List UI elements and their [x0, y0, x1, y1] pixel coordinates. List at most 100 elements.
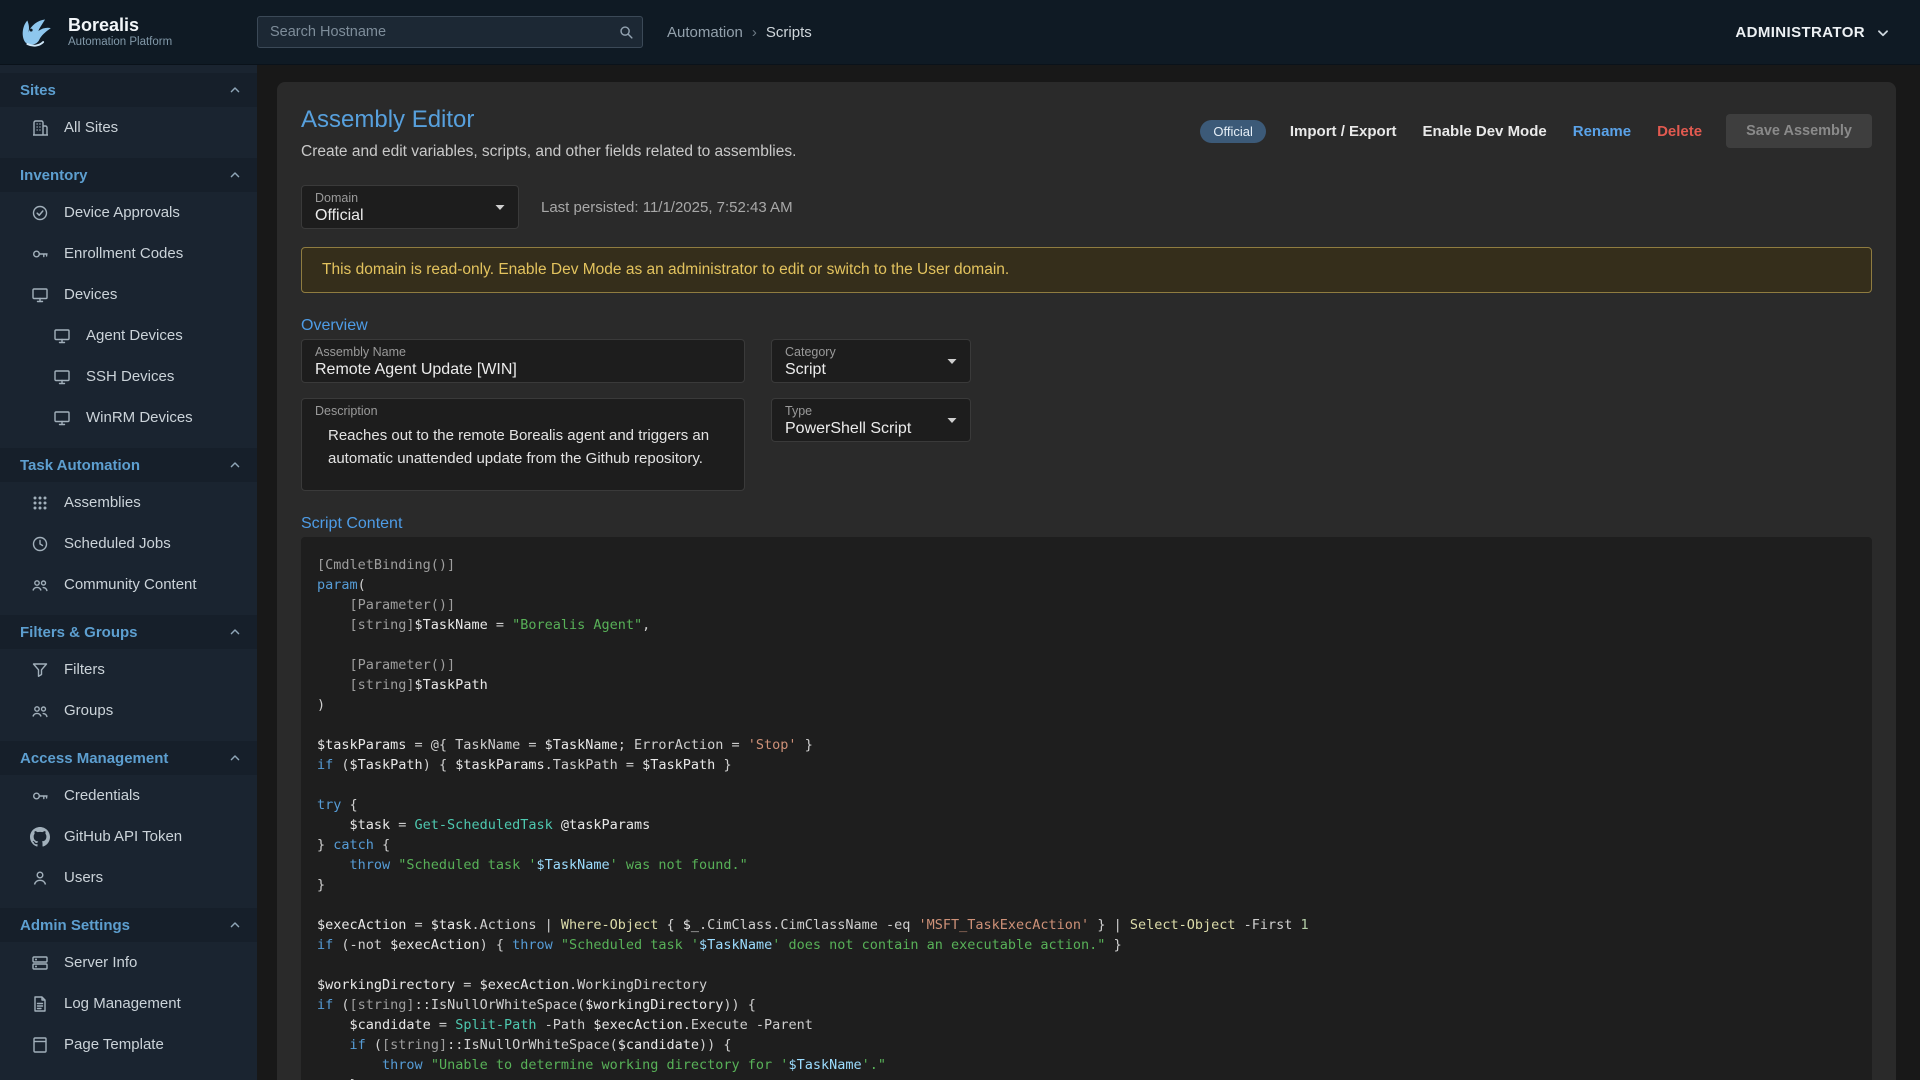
log-icon [30, 994, 50, 1014]
sidebar-item-label: Devices [64, 286, 117, 303]
borealis-logo-icon [12, 9, 58, 55]
brand-text: Borealis Automation Platform [68, 15, 172, 49]
sidebar-item-log-management[interactable]: Log Management [0, 983, 257, 1024]
code-line: $candidate = Split-Path -Path $execActio… [317, 1015, 1856, 1035]
code-line: $workingDirectory = $execAction.WorkingD… [317, 975, 1856, 995]
assembly-name-label: Assembly Name [315, 345, 406, 359]
sidebar-section-access-management[interactable]: Access Management [0, 741, 257, 775]
code-line: throw "Unable to determine working direc… [317, 1055, 1856, 1075]
page-subtitle: Create and edit variables, scripts, and … [301, 143, 796, 161]
sidebar: Sites All Sites Inventory Device ApprovalsE… [0, 65, 257, 1080]
description-value: Reaches out to the remote Borealis agent… [328, 425, 722, 470]
dropdown-arrow-icon [942, 410, 962, 430]
fields-column-right: Category Script Type PowerShell Script [771, 339, 971, 491]
user-menu-button[interactable]: ADMINISTRATOR [1735, 22, 1892, 42]
sidebar-item-enrollment-codes[interactable]: Enrollment Codes [0, 233, 257, 274]
breadcrumb-separator: › [752, 24, 757, 41]
chevron-up-icon [227, 457, 243, 473]
assembly-name-field[interactable]: Assembly Name Remote Agent Update [WIN] [301, 339, 745, 383]
code-line: [string]$TaskPath [317, 675, 1856, 695]
sidebar-section-label: Sites [20, 82, 227, 99]
domain-label: Domain [315, 191, 358, 205]
official-badge: Official [1200, 120, 1266, 143]
brand-title: Borealis [68, 15, 172, 35]
sidebar-section-label: Task Automation [20, 457, 227, 474]
sidebar-item-winrm-devices[interactable]: WinRM Devices [0, 397, 257, 438]
code-line: if (-not $execAction) { throw "Scheduled… [317, 935, 1856, 955]
breadcrumb-item-automation[interactable]: Automation [667, 24, 743, 41]
sidebar-item-filters[interactable]: Filters [0, 649, 257, 690]
sidebar-item-label: Filters [64, 661, 105, 678]
person-icon [30, 868, 50, 888]
sidebar-item-users[interactable]: Users [0, 857, 257, 898]
sidebar-item-label: SSH Devices [86, 368, 174, 385]
sidebar-item-groups[interactable]: Groups [0, 690, 257, 731]
funnel-icon [30, 660, 50, 680]
domain-select[interactable]: Domain Official [301, 185, 519, 229]
breadcrumb-item-scripts[interactable]: Scripts [766, 24, 812, 41]
type-select[interactable]: Type PowerShell Script [771, 398, 971, 442]
sidebar-item-label: Groups [64, 702, 113, 719]
code-line [317, 955, 1856, 975]
domain-row: Domain Official Last persisted: 11/1/202… [301, 185, 1872, 229]
sidebar-item-label: Log Management [64, 995, 181, 1012]
sidebar-section-inventory[interactable]: Inventory [0, 158, 257, 192]
key-icon [30, 244, 50, 264]
search-input[interactable] [257, 16, 643, 48]
breadcrumb: Automation › Scripts [667, 24, 812, 41]
sidebar-item-all-sites[interactable]: All Sites [0, 107, 257, 148]
code-line [317, 635, 1856, 655]
page-icon [30, 1035, 50, 1055]
sidebar-item-ssh-devices[interactable]: SSH Devices [0, 356, 257, 397]
save-assembly-button[interactable]: Save Assembly [1726, 114, 1872, 148]
rename-button[interactable]: Rename [1571, 119, 1633, 144]
delete-button[interactable]: Delete [1655, 119, 1704, 144]
sidebar-item-github-api-token[interactable]: GitHub API Token [0, 816, 257, 857]
sidebar-item-label: All Sites [64, 119, 118, 136]
chevron-up-icon [227, 750, 243, 766]
code-line: [Parameter()] [317, 595, 1856, 615]
category-select[interactable]: Category Script [771, 339, 971, 383]
enable-dev-mode-button[interactable]: Enable Dev Mode [1421, 119, 1549, 144]
code-line: } [317, 1075, 1856, 1080]
code-line: throw "Scheduled task '$TaskName' was no… [317, 855, 1856, 875]
card-title-block: Assembly Editor Create and edit variable… [301, 106, 796, 161]
sidebar-section-label: Inventory [20, 167, 227, 184]
script-editor[interactable]: [CmdletBinding()]param( [Parameter()] [s… [301, 537, 1872, 1080]
monitor-icon [52, 367, 72, 387]
code-line: $taskParams = @{ TaskName = $TaskName; E… [317, 735, 1856, 755]
search-box[interactable] [257, 16, 643, 48]
sidebar-item-agent-devices[interactable]: Agent Devices [0, 315, 257, 356]
sidebar-item-server-info[interactable]: Server Info [0, 942, 257, 983]
sidebar-item-device-approvals[interactable]: Device Approvals [0, 192, 257, 233]
code-line: param( [317, 575, 1856, 595]
fields-column-left: Assembly Name Remote Agent Update [WIN] … [301, 339, 745, 491]
overview-fields: Assembly Name Remote Agent Update [WIN] … [301, 339, 1872, 491]
sidebar-item-label: Credentials [64, 787, 140, 804]
sidebar-item-page-template[interactable]: Page Template [0, 1024, 257, 1065]
monitor-icon [52, 408, 72, 428]
sidebar-item-credentials[interactable]: Credentials [0, 775, 257, 816]
sidebar-item-label: Community Content [64, 576, 197, 593]
import-export-button[interactable]: Import / Export [1288, 119, 1399, 144]
card-header: Assembly Editor Create and edit variable… [301, 106, 1872, 161]
code-line: if ([string]::IsNullOrWhiteSpace($workin… [317, 995, 1856, 1015]
sidebar-section-sites[interactable]: Sites [0, 73, 257, 107]
chevron-up-icon [227, 167, 243, 183]
sidebar-item-scheduled-jobs[interactable]: Scheduled Jobs [0, 523, 257, 564]
overview-section-label: Overview [301, 317, 1872, 335]
people-icon [30, 701, 50, 721]
last-persisted-text: Last persisted: 11/1/2025, 7:52:43 AM [541, 199, 793, 216]
sidebar-section-filters-groups[interactable]: Filters & Groups [0, 615, 257, 649]
readonly-warning-text: This domain is read-only. Enable Dev Mod… [322, 261, 1009, 278]
code-line: $task = Get-ScheduledTask @taskParams [317, 815, 1856, 835]
header-actions: Official Import / Export Enable Dev Mode… [1200, 114, 1872, 148]
sidebar-item-assemblies[interactable]: Assemblies [0, 482, 257, 523]
sidebar-section-admin-settings[interactable]: Admin Settings [0, 908, 257, 942]
sidebar-section-task-automation[interactable]: Task Automation [0, 448, 257, 482]
description-field[interactable]: Description Reaches out to the remote Bo… [301, 398, 745, 491]
sidebar-item-community-content[interactable]: Community Content [0, 564, 257, 605]
chevron-up-icon [227, 82, 243, 98]
sidebar-item-devices[interactable]: Devices [0, 274, 257, 315]
category-label: Category [785, 345, 836, 359]
